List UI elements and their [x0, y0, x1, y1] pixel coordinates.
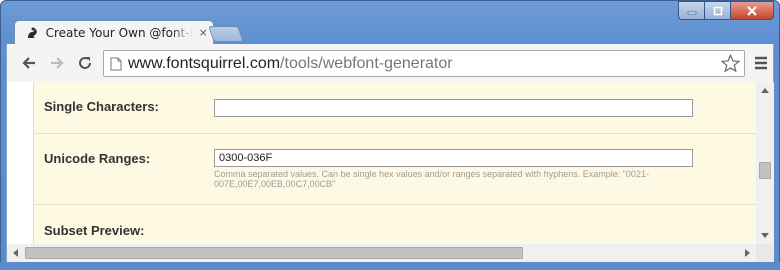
- unicode-ranges-label: Unicode Ranges:: [44, 151, 151, 166]
- reload-button[interactable]: [73, 51, 97, 75]
- back-arrow-icon: [22, 57, 35, 69]
- single-characters-row: Single Characters:: [34, 82, 757, 134]
- vertical-scrollbar[interactable]: [756, 82, 774, 244]
- unicode-ranges-help-text: Comma separated values. Can be single he…: [214, 169, 649, 189]
- forward-arrow-icon: [51, 57, 64, 69]
- url-path: /tools/webfont-generator: [280, 54, 453, 72]
- address-bar[interactable]: www.fontsquirrel.com/tools/webfont-gener…: [103, 50, 745, 77]
- url-host: www.fontsquirrel.com: [128, 54, 281, 72]
- left-arrow-icon: [13, 249, 18, 257]
- maximize-icon: [713, 6, 722, 15]
- page-viewport: Single Characters: Unicode Ranges: Comma…: [6, 82, 774, 244]
- forward-button[interactable]: [45, 51, 69, 75]
- horizontal-scrollbar[interactable]: [6, 244, 756, 262]
- bookmark-button[interactable]: [720, 53, 741, 77]
- browser-tab-content[interactable]: Create Your Own @font-face Kits | Font S…: [20, 20, 210, 45]
- scrollbar-corner: [756, 244, 774, 262]
- unicode-ranges-input[interactable]: [214, 149, 693, 167]
- hamburger-menu-icon: [755, 56, 767, 70]
- page-icon: [110, 57, 122, 70]
- star-icon: [720, 53, 741, 73]
- unicode-ranges-row: Unicode Ranges: Comma separated values. …: [34, 134, 757, 205]
- scroll-up-button[interactable]: [756, 82, 774, 99]
- horizontal-scroll-thumb[interactable]: [25, 247, 523, 259]
- scroll-right-button[interactable]: [739, 244, 756, 262]
- subsetting-options-panel: Single Characters: Unicode Ranges: Comma…: [33, 82, 757, 244]
- scroll-left-button[interactable]: [7, 244, 24, 262]
- new-tab-button[interactable]: [208, 26, 244, 42]
- single-characters-input[interactable]: [214, 99, 693, 117]
- window-controls: [678, 1, 774, 20]
- maximize-button[interactable]: [704, 1, 730, 20]
- browser-toolbar: www.fontsquirrel.com/tools/webfont-gener…: [6, 44, 774, 82]
- scroll-down-button[interactable]: [756, 227, 774, 244]
- squirrel-icon: [24, 25, 40, 41]
- url-text: www.fontsquirrel.com/tools/webfont-gener…: [128, 55, 453, 73]
- chrome-menu-button[interactable]: [751, 53, 771, 73]
- minimize-button[interactable]: [678, 1, 704, 20]
- vertical-scroll-thumb[interactable]: [759, 162, 771, 179]
- close-icon: [747, 5, 757, 16]
- subset-preview-row: Subset Preview:: [34, 205, 757, 244]
- minimize-icon: [687, 11, 696, 14]
- right-arrow-icon: [745, 249, 750, 257]
- single-characters-label: Single Characters:: [44, 99, 159, 114]
- window-bottom-border: [0, 262, 780, 270]
- back-button[interactable]: [17, 51, 41, 75]
- close-window-button[interactable]: [730, 1, 774, 20]
- tab-title: Create Your Own @font-face Kits | Font S…: [45, 25, 194, 40]
- up-arrow-icon: [761, 88, 769, 93]
- down-arrow-icon: [761, 233, 769, 238]
- reload-icon: [79, 57, 91, 69]
- subset-preview-label: Subset Preview:: [44, 223, 145, 238]
